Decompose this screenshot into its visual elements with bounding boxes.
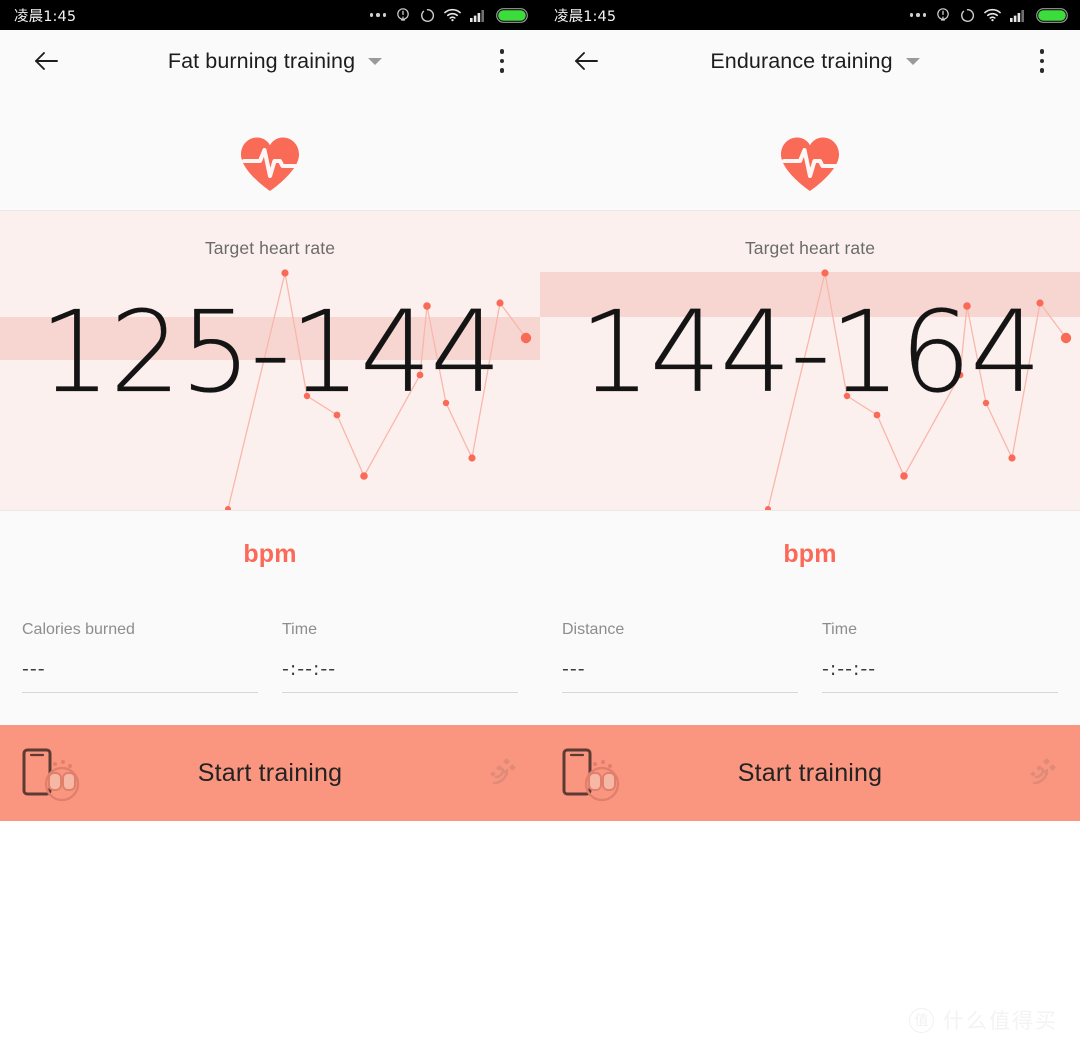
back-arrow-icon[interactable] bbox=[564, 39, 608, 83]
back-arrow-icon[interactable] bbox=[24, 39, 68, 83]
stat-time: Time -:--:-- bbox=[282, 621, 518, 693]
stat-value: -:--:-- bbox=[822, 658, 877, 680]
sync-icon bbox=[421, 8, 435, 22]
status-bar-right: 凌晨1:45 bbox=[540, 0, 1080, 30]
status-bar-left: 凌晨1:45 bbox=[0, 0, 540, 30]
pane-fat-burning: Target heart rate 125-144 bpm Calories b… bbox=[0, 92, 540, 910]
stat-label: Distance bbox=[562, 621, 625, 638]
chart-point bbox=[468, 454, 476, 462]
chevron-down-icon[interactable] bbox=[368, 57, 383, 65]
alarm-icon bbox=[937, 8, 949, 21]
stat-label: Time bbox=[822, 621, 857, 638]
bpm-unit-label: bpm bbox=[243, 539, 297, 568]
stat-underline bbox=[822, 692, 1058, 693]
chevron-down-icon[interactable] bbox=[905, 57, 920, 65]
status-icons-2 bbox=[909, 7, 1069, 23]
more-dots-icon bbox=[369, 13, 386, 17]
heart-pulse-icon bbox=[241, 137, 299, 191]
bpm-unit-label: bpm bbox=[783, 539, 837, 568]
sync-icon bbox=[961, 8, 975, 22]
kebab-menu-icon[interactable] bbox=[482, 39, 522, 83]
target-heart-rate-label: Target heart rate bbox=[744, 238, 876, 258]
heart-icon-wrap bbox=[540, 92, 1080, 210]
target-heart-rate-value: 144-164 bbox=[579, 288, 1041, 418]
chart-point bbox=[360, 472, 368, 480]
status-bar: 凌晨1:45 凌晨1:45 bbox=[0, 0, 1080, 30]
chart-point bbox=[1008, 454, 1016, 462]
chart-point bbox=[765, 506, 771, 510]
stat-value: --- bbox=[22, 658, 46, 680]
kebab-menu-icon[interactable] bbox=[1022, 39, 1062, 83]
title-dropdown-fat-burning[interactable]: Fat burning training bbox=[68, 49, 482, 74]
target-heart-rate-value: 125-144 bbox=[39, 288, 501, 418]
stat-underline bbox=[22, 692, 258, 693]
stat-distance: Distance --- bbox=[562, 621, 798, 693]
chart-point bbox=[900, 472, 908, 480]
app-header-bar: Fat burning training Endurance training bbox=[0, 30, 1080, 92]
target-heart-rate-label: Target heart rate bbox=[204, 238, 336, 258]
page-title: Fat burning training bbox=[167, 48, 356, 73]
wifi-icon bbox=[984, 8, 1001, 22]
watermark-text: 什么值得买 bbox=[943, 1009, 1058, 1033]
bottom-blank-area bbox=[0, 821, 540, 910]
start-training-button[interactable]: Start training bbox=[0, 725, 540, 821]
status-icons bbox=[369, 7, 529, 23]
signal-icon bbox=[470, 9, 484, 22]
chart-point bbox=[281, 269, 289, 277]
chart-point bbox=[821, 269, 829, 277]
stat-calories-burned: Calories burned --- bbox=[22, 621, 258, 693]
stat-underline bbox=[562, 692, 798, 693]
header-endurance: Endurance training bbox=[540, 30, 1080, 92]
more-dots-icon bbox=[909, 13, 926, 17]
stat-value: -:--:-- bbox=[282, 658, 337, 680]
wifi-icon bbox=[444, 8, 461, 22]
status-time-2: 凌晨1:45 bbox=[554, 8, 617, 25]
battery-icon bbox=[1036, 7, 1068, 23]
watermark: 值 什么值得买 bbox=[909, 1005, 1058, 1035]
stat-time: Time -:--:-- bbox=[822, 621, 1058, 693]
chart-point bbox=[225, 506, 231, 510]
alarm-icon bbox=[397, 8, 409, 21]
heart-pulse-icon bbox=[781, 137, 839, 191]
bottom-blank-area bbox=[540, 821, 1080, 910]
stat-label: Calories burned bbox=[22, 621, 135, 638]
start-training-label: Start training bbox=[197, 758, 343, 787]
stats-row: Calories burned --- Time -:--:-- bbox=[0, 621, 540, 693]
page-title: Endurance training bbox=[710, 48, 893, 73]
battery-icon bbox=[496, 7, 528, 23]
watermark-badge: 值 bbox=[909, 1007, 934, 1033]
header-fat-burning: Fat burning training bbox=[0, 30, 540, 92]
pane-endurance: Target heart rate 144-164 bpm Distance -… bbox=[540, 92, 1080, 910]
heart-rate-panel: Target heart rate 125-144 bbox=[0, 210, 540, 511]
signal-icon bbox=[1010, 9, 1024, 22]
status-time: 凌晨1:45 bbox=[14, 8, 77, 25]
stat-label: Time bbox=[282, 621, 317, 638]
stats-row: Distance --- Time -:--:-- bbox=[540, 621, 1080, 693]
heart-rate-panel: Target heart rate 144-164 bbox=[540, 210, 1080, 511]
stat-underline bbox=[282, 692, 518, 693]
heart-icon-wrap bbox=[0, 92, 540, 210]
screen-panes: Target heart rate 125-144 bpm Calories b… bbox=[0, 92, 1080, 910]
start-training-label: Start training bbox=[737, 758, 883, 787]
start-training-button[interactable]: Start training bbox=[540, 725, 1080, 821]
title-dropdown-endurance[interactable]: Endurance training bbox=[608, 49, 1022, 74]
stat-value: --- bbox=[562, 658, 586, 680]
